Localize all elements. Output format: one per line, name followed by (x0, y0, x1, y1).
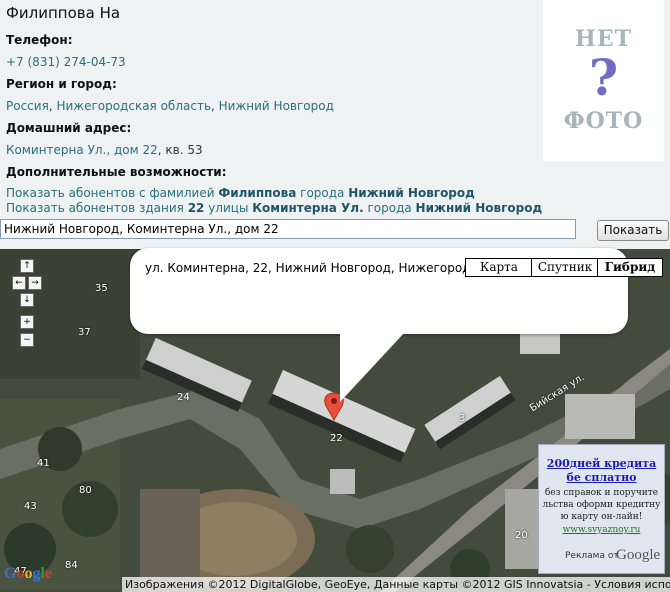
phone-value[interactable]: +7 (831) 274-04-73 (6, 55, 126, 69)
show-button[interactable]: Показать (597, 220, 669, 241)
ad-body: без справок и поручите льства оформи кре… (542, 488, 661, 522)
maptype-hybrid-button[interactable]: Гибрид (597, 258, 663, 277)
ad-url[interactable]: www.svyaznoy.ru (539, 525, 664, 535)
house-number-label: 22 (330, 433, 343, 444)
info-bubble-pointer (340, 332, 405, 402)
no-photo-bottom-text: ФОТО (563, 108, 644, 134)
region-oblast-link[interactable]: Нижегородская область (56, 99, 211, 113)
region-label: Регион и город: (6, 77, 117, 91)
region-value: Россия, Нижегородская область, Нижний Но… (6, 99, 334, 113)
pan-left-icon[interactable]: ← (12, 276, 26, 290)
pan-up-icon[interactable]: ↑ (20, 259, 34, 273)
info-bubble-address: ул. Коминтерна, 22, Нижний Новгород, Ниж… (145, 261, 465, 275)
address-apartment: , кв. 53 (157, 143, 203, 157)
address-search-input[interactable]: Нижний Новгород, Коминтерна Ул., дом 22 (0, 219, 576, 239)
pan-down-icon[interactable]: ↓ (20, 293, 34, 307)
maptype-map-button[interactable]: Карта (465, 258, 533, 277)
phone-label: Телефон: (6, 33, 73, 47)
address-link[interactable]: Коминтерна Ул., дом 22 (6, 143, 158, 157)
extra-link-building[interactable]: Показать абонентов здания 22 улицы Комин… (6, 201, 542, 215)
zoom-out-icon[interactable]: − (20, 333, 34, 347)
extra-label: Дополнительные возможности: (6, 165, 227, 179)
house-number-label: 37 (78, 327, 91, 338)
ad-headline[interactable]: 200дней кредита бе сплатно (539, 457, 664, 485)
pan-right-icon[interactable]: → (28, 276, 42, 290)
person-name: Филиппова На (6, 4, 121, 22)
ad-footer-text: Реклама от (565, 551, 619, 561)
address-value: Коминтерна Ул., дом 22, кв. 53 (6, 143, 203, 157)
ad-google-logo: Google (616, 547, 661, 563)
zoom-in-icon[interactable]: + (20, 315, 34, 329)
maptype-satellite-button[interactable]: Спутник (531, 258, 599, 277)
map-attribution: Изображения ©2012 DigitalGlobe, GeoEye, … (122, 577, 670, 592)
house-number-label: 43 (24, 501, 37, 512)
house-number-label: 3 (459, 413, 466, 424)
google-logo: Google (4, 565, 53, 582)
region-country-link[interactable]: Россия (6, 99, 49, 113)
extra-link-surname[interactable]: Показать абонентов с фамилией Филиппова … (6, 186, 475, 200)
question-mark-icon: ? (588, 48, 619, 107)
house-number-label: 20 (515, 530, 528, 541)
house-number-label: 80 (79, 485, 92, 496)
house-number-label: 84 (65, 560, 78, 571)
house-number-label: 24 (177, 392, 190, 403)
address-label: Домашний адрес: (6, 121, 132, 135)
no-photo-placeholder: НЕТ ? ФОТО (543, 0, 664, 161)
house-number-label: 41 (37, 458, 50, 469)
region-city-link[interactable]: Нижний Новгород (219, 99, 334, 113)
house-number-label: 35 (95, 283, 108, 294)
